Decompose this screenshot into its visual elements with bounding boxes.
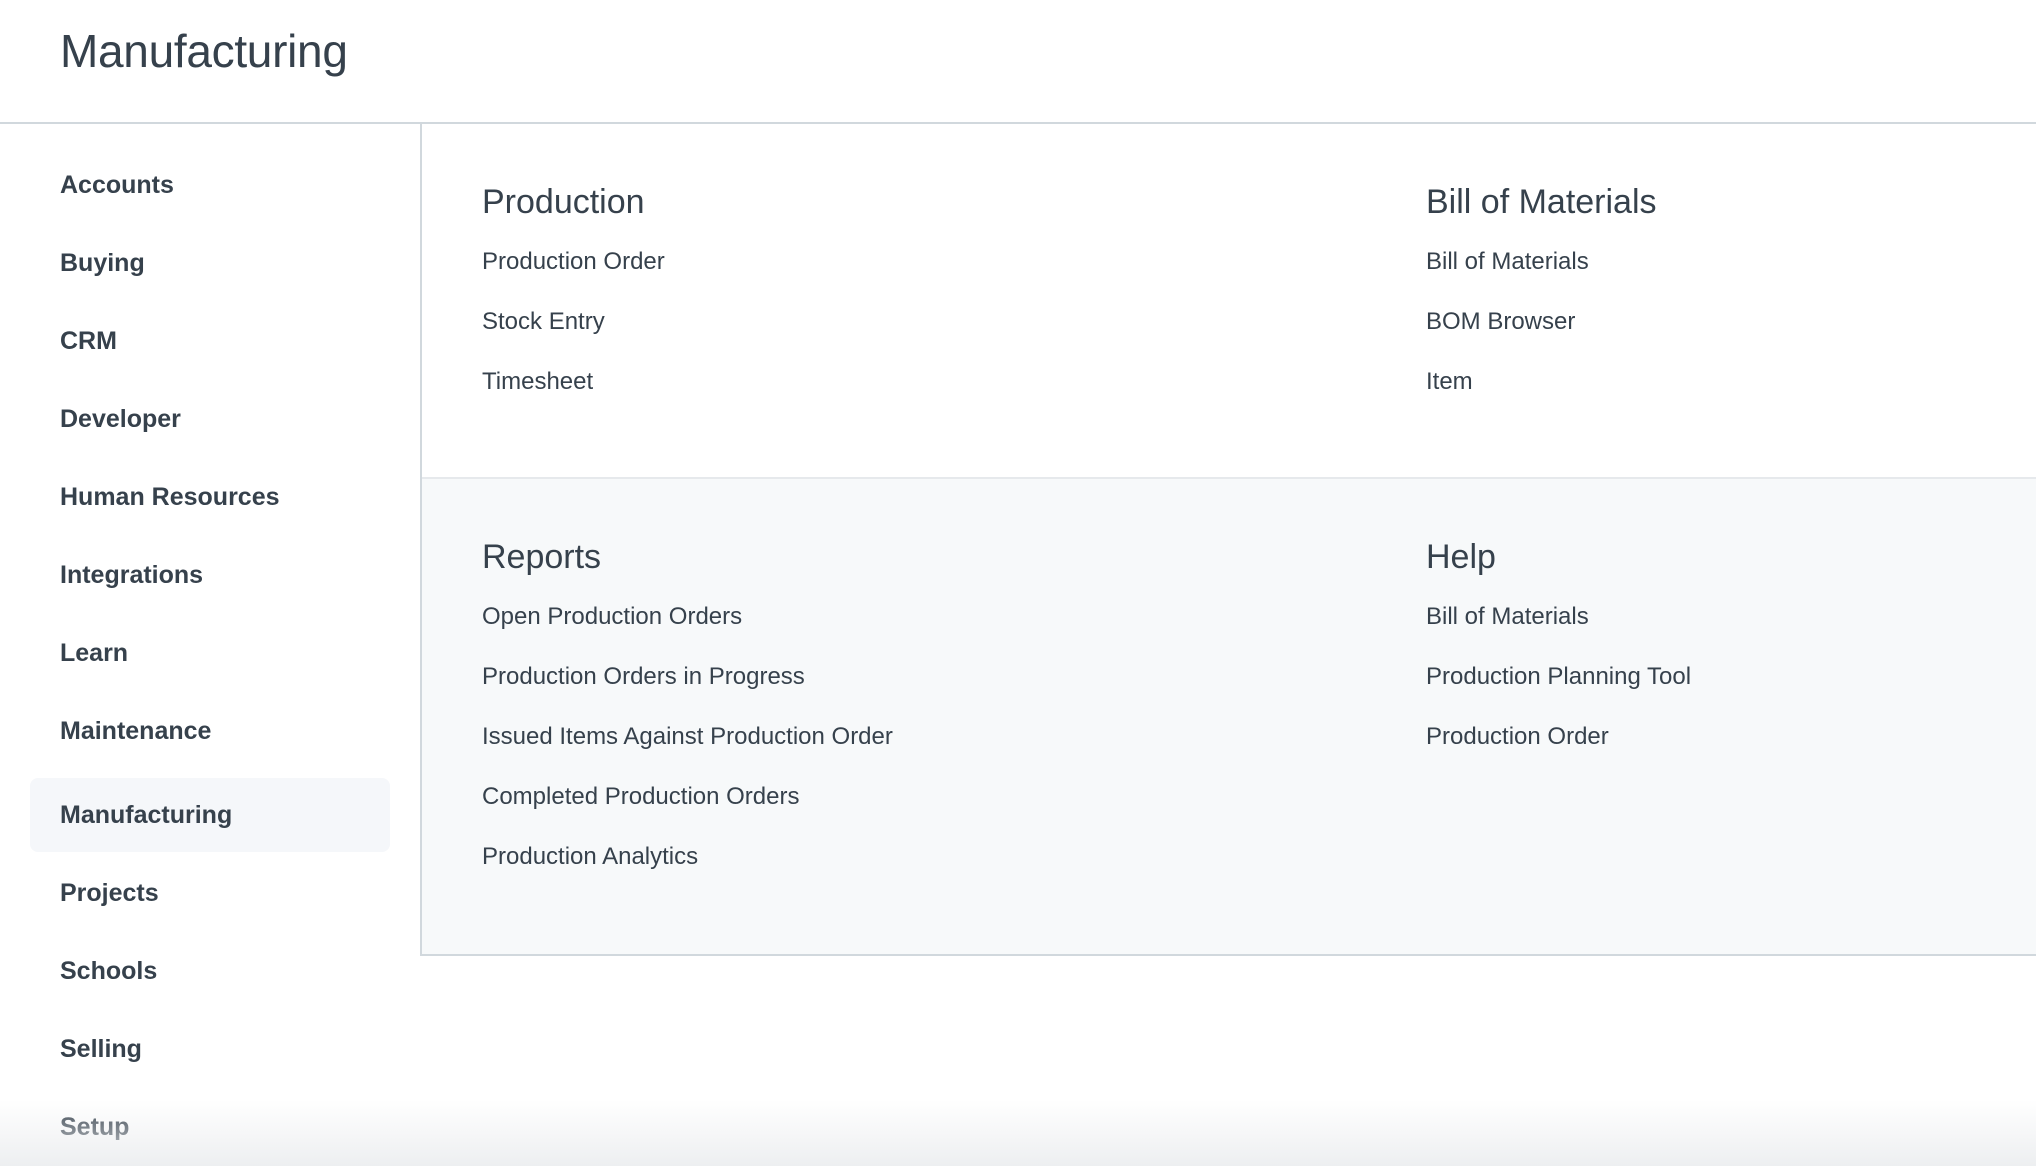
section-row-secondary: Reports Open Production Orders Productio… [422, 479, 2036, 954]
link-open-production-orders[interactable]: Open Production Orders [482, 597, 1282, 657]
card-links-reports: Open Production Orders Production Orders… [482, 597, 1282, 897]
link-issued-items-against-production-order[interactable]: Issued Items Against Production Order [482, 717, 1282, 777]
sidebar-item-selling[interactable]: Selling [30, 1012, 390, 1086]
card-links-production: Production Order Stock Entry Timesheet [482, 242, 1282, 422]
card-help: Help Bill of Materials Production Planni… [1426, 535, 2036, 777]
section-row-primary: Production Production Order Stock Entry … [422, 124, 2036, 479]
sidebar-item-crm[interactable]: CRM [30, 304, 390, 378]
link-bill-of-materials[interactable]: Bill of Materials [1426, 242, 2036, 302]
card-links-help: Bill of Materials Production Planning To… [1426, 597, 2036, 777]
link-production-order[interactable]: Production Order [482, 242, 1282, 302]
link-item[interactable]: Item [1426, 362, 2036, 422]
sidebar-item-learn[interactable]: Learn [30, 616, 390, 690]
sidebar-item-projects[interactable]: Projects [30, 856, 390, 930]
sidebar-item-maintenance[interactable]: Maintenance [30, 694, 390, 768]
link-production-orders-in-progress[interactable]: Production Orders in Progress [482, 657, 1282, 717]
sidebar-item-integrations[interactable]: Integrations [30, 538, 390, 612]
sidebar-item-setup[interactable]: Setup [30, 1090, 390, 1164]
sidebar-item-buying[interactable]: Buying [30, 226, 390, 300]
link-help-bill-of-materials[interactable]: Bill of Materials [1426, 597, 2036, 657]
card-links-bill-of-materials: Bill of Materials BOM Browser Item [1426, 242, 2036, 422]
card-title-reports: Reports [482, 538, 602, 576]
page-title: Manufacturing [60, 25, 348, 77]
sidebar-item-manufacturing[interactable]: Manufacturing [30, 778, 390, 852]
link-help-production-planning-tool[interactable]: Production Planning Tool [1426, 657, 2036, 717]
sidebar: Accounts Buying CRM Developer Human Reso… [0, 124, 420, 1166]
sidebar-item-schools[interactable]: Schools [30, 934, 390, 1008]
card-reports: Reports Open Production Orders Productio… [482, 535, 1282, 897]
card-title-help: Help [1426, 538, 1496, 576]
link-production-analytics[interactable]: Production Analytics [482, 837, 1282, 897]
sidebar-item-human-resources[interactable]: Human Resources [30, 460, 390, 534]
link-help-production-order[interactable]: Production Order [1426, 717, 2036, 777]
link-timesheet[interactable]: Timesheet [482, 362, 1282, 422]
card-bill-of-materials: Bill of Materials Bill of Materials BOM … [1426, 180, 2036, 422]
sidebar-item-developer[interactable]: Developer [30, 382, 390, 456]
link-bom-browser[interactable]: BOM Browser [1426, 302, 2036, 362]
module-content: Production Production Order Stock Entry … [420, 124, 2036, 956]
sidebar-item-accounts[interactable]: Accounts [30, 148, 390, 222]
card-title-bill-of-materials: Bill of Materials [1426, 183, 1657, 221]
card-production: Production Production Order Stock Entry … [482, 180, 1282, 422]
card-title-production: Production [482, 183, 645, 221]
link-stock-entry[interactable]: Stock Entry [482, 302, 1282, 362]
link-completed-production-orders[interactable]: Completed Production Orders [482, 777, 1282, 837]
page-header: Manufacturing [0, 0, 2036, 124]
